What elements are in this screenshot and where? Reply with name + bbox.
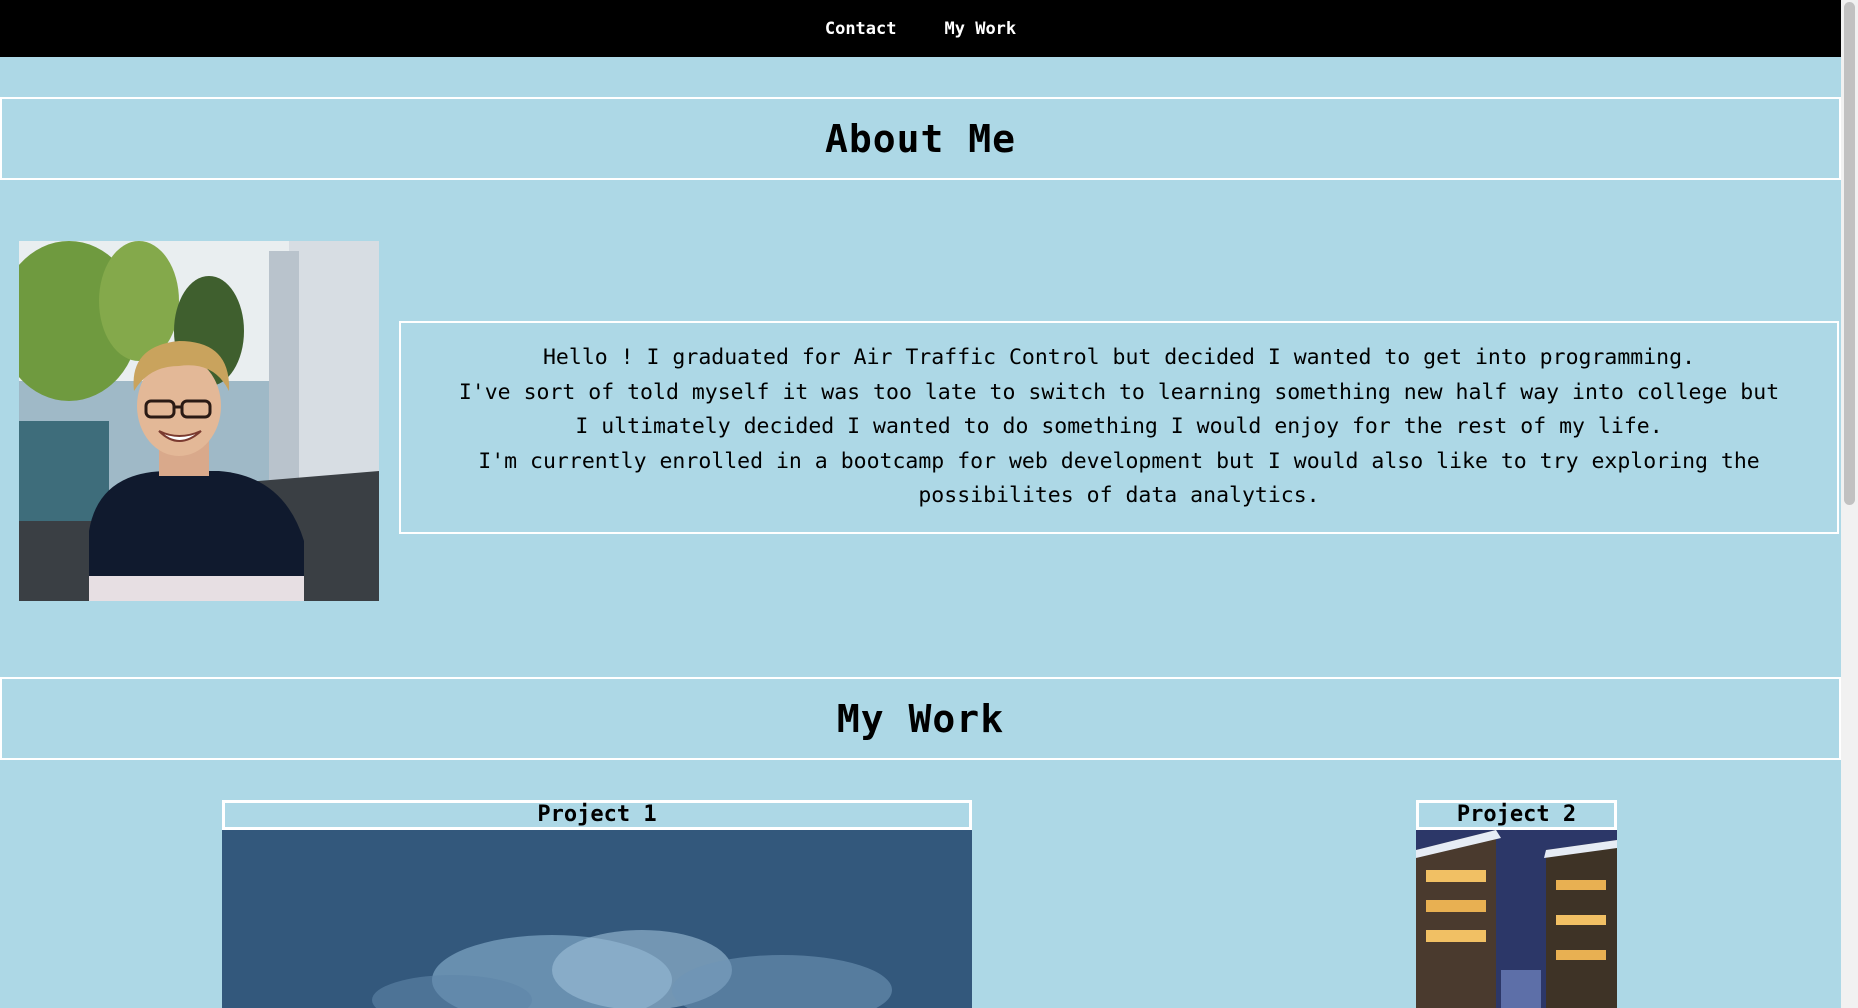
about-me-heading: About Me bbox=[824, 116, 1017, 161]
project-1-image-graphic bbox=[222, 830, 972, 1008]
nav-link-contact[interactable]: Contact bbox=[825, 19, 897, 39]
profile-photo-image bbox=[19, 241, 379, 601]
profile-photo bbox=[19, 241, 379, 601]
top-navbar: Contact My Work bbox=[0, 0, 1841, 57]
nav-link-my-work[interactable]: My Work bbox=[945, 19, 1017, 39]
my-work-header: My Work bbox=[0, 677, 1841, 760]
project-2-image[interactable] bbox=[1416, 830, 1617, 1008]
my-work-heading: My Work bbox=[836, 696, 1005, 741]
scrollbar-thumb[interactable] bbox=[1844, 2, 1855, 505]
project-2-title[interactable]: Project 2 bbox=[1416, 800, 1617, 830]
project-1-title[interactable]: Project 1 bbox=[222, 800, 972, 830]
bio-paragraph: I'm currently enrolled in a bootcamp for… bbox=[478, 448, 1760, 509]
bio-paragraph: I've sort of told myself it was too late… bbox=[458, 379, 1780, 440]
bio-paragraph: Hello ! I graduated for Air Traffic Cont… bbox=[542, 345, 1696, 371]
project-1-image[interactable] bbox=[222, 830, 972, 1008]
bio-text: Hello ! I graduated for Air Traffic Cont… bbox=[401, 341, 1837, 514]
project-2-image-graphic bbox=[1416, 830, 1617, 1008]
about-me-header: About Me bbox=[0, 97, 1841, 180]
bio-box: Hello ! I graduated for Air Traffic Cont… bbox=[399, 321, 1839, 534]
vertical-scrollbar[interactable] bbox=[1841, 0, 1858, 1008]
